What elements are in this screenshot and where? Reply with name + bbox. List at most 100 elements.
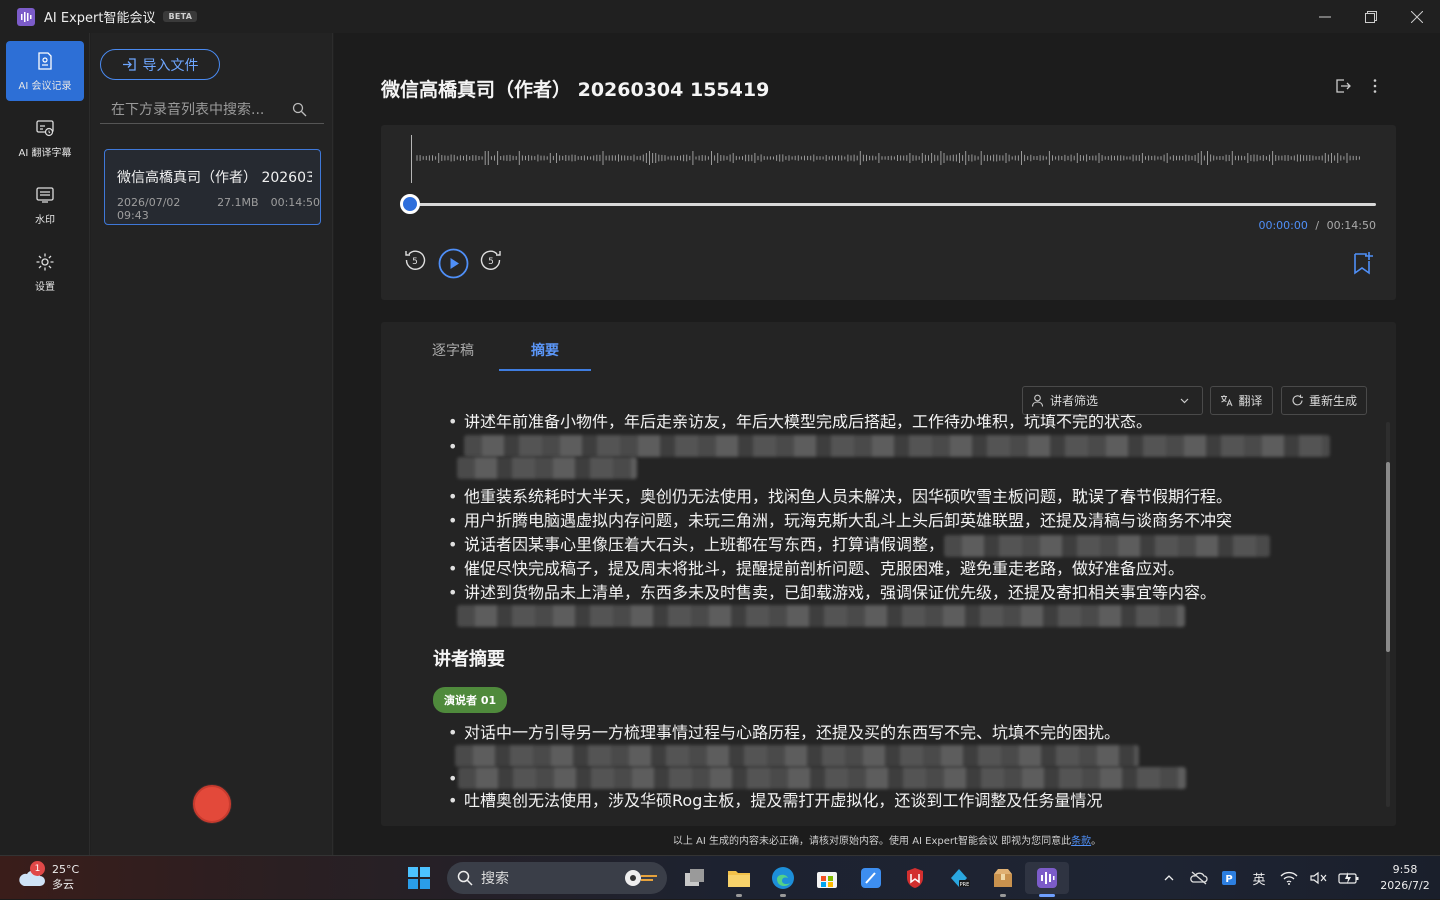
nav-rail: AI 会议记录 AI 翻译字幕 水印 设置 <box>0 33 90 855</box>
tray-overflow-button[interactable] <box>1154 872 1184 884</box>
file-list-item[interactable]: 微信高橋真司（作者） 20260304 155419 2026/07/02 09… <box>104 149 321 225</box>
rail-item-translate-subtitle[interactable]: AI 翻译字幕 <box>6 108 84 168</box>
rewind-5-icon: 5 <box>405 250 426 270</box>
running-indicator <box>1000 894 1006 897</box>
record-button[interactable] <box>193 785 231 823</box>
app-logo-icon <box>17 7 35 26</box>
taskbar-edge[interactable] <box>761 862 805 897</box>
summary-panel: 逐字稿 摘要 讲者筛选 翻译 重新生成 讲述年前准备小物件，年后走亲访友，年后大… <box>381 322 1396 826</box>
wifi-icon <box>1280 871 1298 885</box>
system-tray: P 英 9:58 2026/7/2 <box>1154 856 1440 900</box>
rail-label: 设置 <box>35 281 55 293</box>
person-icon <box>1031 394 1044 407</box>
taskbar-mcafee[interactable] <box>893 862 937 894</box>
regenerate-button[interactable]: 重新生成 <box>1281 386 1367 415</box>
add-bookmark-icon[interactable] <box>1352 251 1374 275</box>
taskbar-task-view[interactable] <box>673 862 717 894</box>
taskbar-store[interactable] <box>805 862 849 894</box>
tray-volume[interactable] <box>1304 871 1334 885</box>
watermark-icon <box>36 186 54 203</box>
import-icon <box>122 58 136 71</box>
import-label: 导入文件 <box>142 57 199 74</box>
window-controls <box>1302 0 1440 33</box>
taskbar-search[interactable]: 搜索 <box>447 862 667 894</box>
rewind-5-button[interactable]: 5 <box>403 248 427 272</box>
weather-temp: 25°C <box>52 863 80 876</box>
speaker-filter-label: 讲者筛选 <box>1050 394 1099 408</box>
content-tabs: 逐字稿 摘要 <box>407 340 591 371</box>
forward-5-icon: 5 <box>480 250 501 270</box>
summary-bullet-redacted <box>433 767 1373 791</box>
meeting-record-icon <box>38 51 52 70</box>
progress-track[interactable] <box>410 203 1376 206</box>
file-size: 27.1MB <box>217 196 259 209</box>
ai-disclaimer: 以上 AI 生成的内容未必正确，请核对原始内容。使用 AI Expert智能会议… <box>672 836 1102 847</box>
search-input[interactable] <box>100 101 290 118</box>
taskbar-app-package[interactable] <box>981 862 1025 897</box>
summary-bullet: 讲述到货物品未上清单，东西多未及时售卖，已卸载游戏，强调保证优先级，还提及寄扣相… <box>433 581 1373 605</box>
export-icon[interactable] <box>1334 77 1352 95</box>
svg-text:5: 5 <box>488 257 494 267</box>
restore-button[interactable] <box>1348 0 1394 33</box>
windows-start-icon <box>408 867 430 889</box>
active-indicator <box>1039 894 1055 897</box>
tray-app-1[interactable] <box>1184 870 1214 886</box>
refresh-icon <box>1292 394 1303 406</box>
redacted-text <box>455 745 1139 767</box>
rail-item-watermark[interactable]: 水印 <box>6 175 84 235</box>
waveform[interactable] <box>411 133 1366 183</box>
running-indicator <box>780 894 786 897</box>
search-highlight-icon <box>625 870 657 886</box>
edge-browser-icon <box>772 867 794 889</box>
translate-button[interactable]: 翻译 <box>1210 386 1273 415</box>
progress-knob[interactable] <box>400 194 420 214</box>
summary-bullet: 他重装系统耗时大半天，奥创仍无法使用，找闲鱼人员未解决，因华硕吹雪主板问题，耽误… <box>433 485 1373 509</box>
play-button[interactable] <box>438 248 469 279</box>
taskbar-ai-expert[interactable] <box>1025 862 1069 897</box>
clock[interactable]: 9:58 2026/7/2 <box>1370 862 1440 894</box>
taskbar-app-pre[interactable]: PRE <box>937 862 981 894</box>
tray-battery[interactable] <box>1334 871 1364 885</box>
start-button[interactable] <box>397 862 441 894</box>
import-file-button[interactable]: 导入文件 <box>100 49 220 80</box>
more-options-icon[interactable] <box>1366 77 1384 95</box>
notification-badge: 1 <box>30 861 45 876</box>
file-duration: 00:14:50 <box>270 196 320 209</box>
taskbar-apps: 搜索 PRE <box>397 862 1069 897</box>
speaker-summary-heading: 讲者摘要 <box>433 649 505 670</box>
package-icon <box>994 869 1012 887</box>
scrollbar[interactable] <box>1386 422 1390 807</box>
total-time: 00:14:50 <box>1326 219 1376 232</box>
speaker-filter-select[interactable]: 讲者筛选 <box>1022 386 1203 415</box>
translate-icon <box>1221 395 1233 407</box>
scrollbar-thumb[interactable] <box>1386 462 1390 652</box>
summary-bullet: 吐槽奥创无法使用，涉及华硕Rog主板，提及需打开虚拟化，还谈到工作调整及任务量情… <box>433 789 1373 813</box>
rail-label: AI 会议记录 <box>18 80 72 92</box>
close-button[interactable] <box>1394 0 1440 33</box>
taskbar-file-explorer[interactable] <box>717 862 761 897</box>
redacted-text <box>458 767 1186 789</box>
translate-label: 翻译 <box>1238 394 1263 408</box>
clock-date: 2026/7/2 <box>1380 879 1430 892</box>
forward-5-button[interactable]: 5 <box>479 248 503 272</box>
weather-widget[interactable]: 1 25°C 多云 <box>18 861 80 892</box>
rail-item-meeting-record[interactable]: AI 会议记录 <box>6 41 84 101</box>
tray-app-2[interactable]: P <box>1214 870 1244 886</box>
terms-link[interactable]: 条款 <box>1071 836 1091 847</box>
summary-bullet: 用户折腾电脑遇虚拟内存问题，未玩三角洲，玩海克斯大乱斗上头后卸英雄联盟，还提及清… <box>433 509 1373 533</box>
taskbar-app-blue[interactable] <box>849 862 893 894</box>
store-icon <box>817 872 837 888</box>
minimize-button[interactable] <box>1302 0 1348 33</box>
ime-indicator[interactable]: 英 <box>1244 869 1274 888</box>
tray-wifi[interactable] <box>1274 871 1304 885</box>
svg-text:PRE: PRE <box>960 882 970 888</box>
restore-icon <box>1365 10 1377 23</box>
taskbar: 1 25°C 多云 搜索 PRE P 英 9:58 2026/7/2 <box>0 855 1440 899</box>
tab-summary[interactable]: 摘要 <box>499 340 591 371</box>
ai-expert-app-icon <box>1037 868 1057 888</box>
search-icon[interactable] <box>292 102 307 117</box>
running-indicator <box>736 894 742 897</box>
blue-app-icon <box>861 868 881 888</box>
tab-transcript[interactable]: 逐字稿 <box>407 340 499 371</box>
rail-item-settings[interactable]: 设置 <box>6 242 84 302</box>
